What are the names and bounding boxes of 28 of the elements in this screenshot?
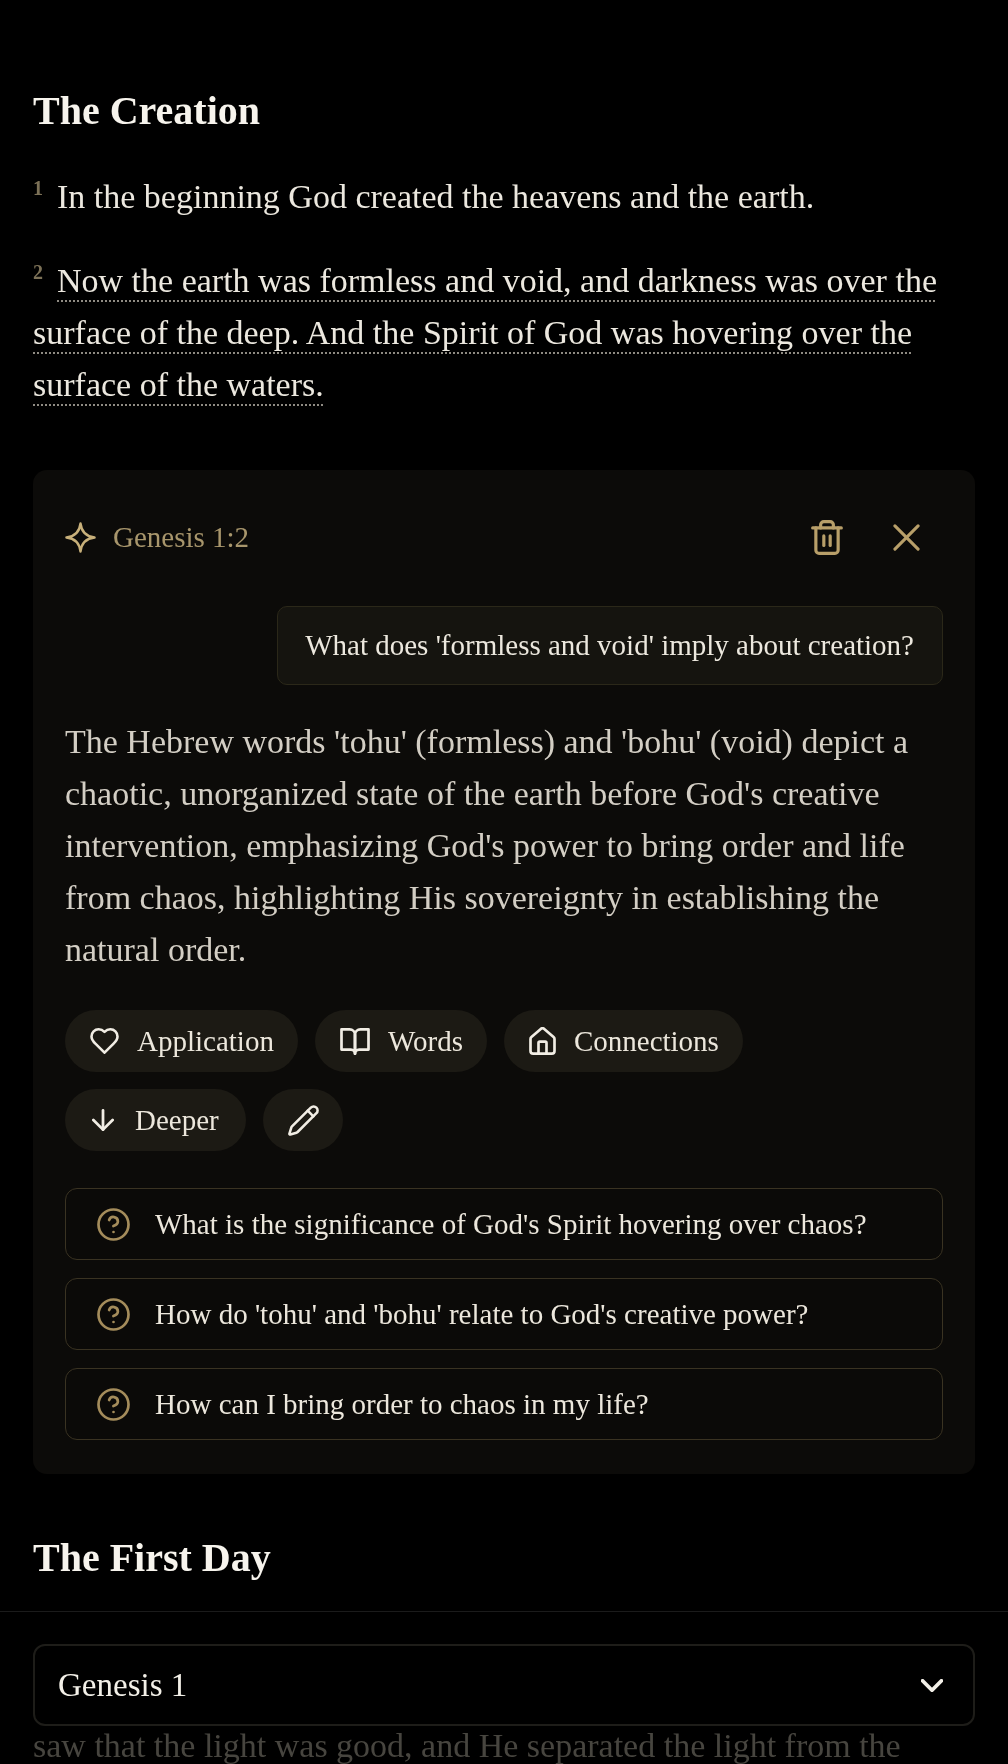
question-icon (97, 1207, 130, 1241)
close-icon (893, 523, 920, 551)
verse-text: saw that the light was good, and He separated the light from the (33, 1729, 901, 1763)
words-button[interactable]: Words (314, 1010, 487, 1072)
verse-text[interactable]: $^{2}$ Now the earth was formless and void, and darkness was over the surface of the deep. And the Spirit of God was hovering over the surface of the waters. (33, 255, 975, 411)
pencil-icon (287, 1104, 319, 1136)
application-button[interactable]: Application (65, 1010, 298, 1072)
deeper-button[interactable]: Deeper (65, 1089, 246, 1151)
arrow-down-icon (92, 1109, 114, 1131)
chevron-down-icon (921, 1678, 943, 1692)
question-bubble: What does 'formless and void' imply about creation? (277, 606, 943, 685)
suggestion-button[interactable]: What is the significance of God's Spirit hovering over chaos? (65, 1188, 943, 1260)
suggestion-button[interactable]: How can I bring order to chaos in my life? (65, 1368, 943, 1440)
section-heading: The Creation (33, 87, 261, 135)
question-icon (97, 1387, 130, 1421)
trash-icon (811, 519, 843, 555)
section-heading: The First Day (33, 1534, 271, 1582)
heart-icon (90, 1028, 119, 1054)
sparkle-icon (65, 521, 96, 553)
chapter-select[interactable]: Genesis 1 (33, 1644, 975, 1726)
question-icon (97, 1297, 130, 1331)
house-icon (528, 1027, 556, 1055)
connections-button[interactable]: Connections (503, 1010, 743, 1072)
answer-text: The Hebrew words 'tohu' (formless) and 'bohu' (void) depict a chaotic, unorganized state of the earth before God's creative intervention, emphasizing God's power to bring order and life from chaos, highlighting His sovereignty in establishing the natural order. (65, 722, 910, 970)
book-icon (339, 1027, 370, 1055)
verse-reference: Genesis 1:2 (113, 520, 250, 555)
suggestion-button[interactable]: How do 'tohu' and 'bohu' relate to God's creative power? (65, 1278, 943, 1350)
verse-text[interactable]: $^{1}$ In the beginning God created the heavens and the earth. (33, 171, 815, 223)
